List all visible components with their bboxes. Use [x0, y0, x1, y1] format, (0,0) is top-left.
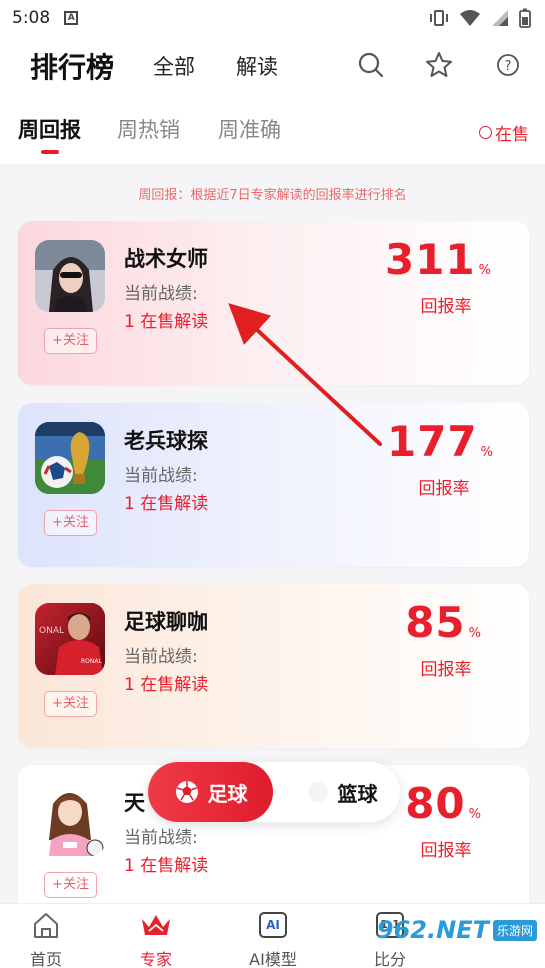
return-rate-label: 回报率: [420, 841, 472, 861]
status-time: 5:08: [12, 8, 51, 28]
basketball-label: 篮球: [337, 781, 378, 806]
nav-experts-label: 专家: [139, 950, 172, 968]
on-sale-label: 在售: [495, 125, 529, 145]
battery-icon: [519, 8, 531, 28]
status-right: [429, 8, 531, 28]
follow-button[interactable]: +关注: [44, 328, 97, 354]
expert-name: 足球聊咖: [124, 610, 208, 634]
home-icon: [34, 913, 58, 938]
nav-home-label: 首页: [29, 950, 62, 968]
tab-weekly-hot[interactable]: 周热销: [117, 114, 180, 144]
return-rate-value: 85: [405, 598, 466, 647]
avatar[interactable]: [35, 784, 105, 856]
expert-name: 天: [124, 791, 145, 815]
avatar[interactable]: [35, 422, 105, 494]
expert-name: 战术女师: [124, 247, 208, 271]
wifi-icon: [460, 10, 480, 26]
expert-card[interactable]: +关注 老兵球探 当前战绩: 1 在售解读 177% 回报率: [18, 403, 529, 567]
tab-weekly-accuracy[interactable]: 周准确: [218, 114, 281, 144]
watermark-brand: 962.NET: [376, 916, 489, 944]
return-rate-value: 311: [384, 235, 476, 284]
on-sale-count[interactable]: 1 在售解读: [124, 489, 208, 514]
on-sale-filter[interactable]: 在售: [479, 120, 529, 145]
nav-experts[interactable]: 专家: [111, 910, 201, 968]
header: 排行榜 全部 解读 ?: [0, 36, 545, 96]
return-rate-pct: %: [468, 626, 481, 641]
star-icon[interactable]: [424, 50, 454, 80]
record-label: 当前战绩:: [124, 466, 198, 486]
return-rate-label: 回报率: [418, 479, 470, 499]
ranking-tabs: 周回报 周热销 周准确 在售: [0, 96, 545, 164]
record-label: 当前战绩:: [124, 647, 198, 667]
on-sale-count[interactable]: 1 在售解读: [124, 670, 208, 695]
signal-icon: [492, 10, 508, 26]
expert-card[interactable]: +关注 战术女师 当前战绩: 1 在售解读 311% 回报率: [18, 221, 529, 385]
record-label: 当前战绩:: [124, 828, 198, 848]
nav-ai-model-label: AI模型: [249, 950, 297, 968]
return-rate: 85%: [405, 598, 481, 647]
avatar[interactable]: ONAL RONAL: [35, 603, 105, 675]
svg-text:RONAL: RONAL: [81, 658, 102, 665]
nav-ai-model[interactable]: AI AI模型: [228, 910, 318, 968]
record-label: 当前战绩:: [124, 284, 198, 304]
svg-text:ONAL: ONAL: [39, 626, 64, 636]
nav-interpret[interactable]: 解读: [236, 51, 278, 81]
search-icon[interactable]: [356, 50, 386, 80]
return-rate: 311%: [385, 235, 491, 284]
expert-name: 老兵球探: [124, 429, 208, 453]
nav-all[interactable]: 全部: [153, 51, 195, 81]
ai-icon: AI: [259, 912, 287, 938]
return-rate-label: 回报率: [420, 660, 472, 680]
basketball-icon: [307, 782, 328, 802]
vibrate-icon: [430, 10, 448, 26]
nav-score-label: 比分: [373, 950, 406, 968]
follow-button[interactable]: +关注: [44, 872, 97, 898]
return-rate-pct: %: [478, 263, 491, 278]
tab-weekly-return[interactable]: 周回报: [18, 114, 81, 144]
radio-circle-icon: [479, 126, 492, 139]
return-rate: 80%: [405, 779, 481, 828]
expert-card[interactable]: ONAL RONAL +关注 足球聊咖 当前战绩: 1 在售解读 85% 回报率: [18, 584, 529, 748]
status-bar: 5:08 A: [0, 0, 545, 36]
return-rate-label: 回报率: [420, 297, 472, 317]
ranking-description: 周回报：根据近7日专家解读的回报率进行排名: [138, 188, 407, 203]
notification-icon: A: [64, 11, 79, 25]
football-icon: [175, 781, 198, 803]
avatar[interactable]: [35, 240, 105, 312]
sport-toggle: 足球 篮球: [148, 762, 400, 822]
page-title: 排行榜: [30, 51, 115, 84]
football-toggle-button[interactable]: 足球: [148, 762, 273, 822]
nav-home[interactable]: 首页: [1, 910, 91, 968]
return-rate-pct: %: [468, 807, 481, 822]
help-icon[interactable]: ?: [493, 50, 523, 80]
watermark-sub: 乐游网: [492, 919, 537, 941]
return-rate-value: 80: [405, 779, 466, 828]
svg-text:?: ?: [505, 59, 512, 74]
return-rate-value: 177: [386, 417, 478, 466]
follow-button[interactable]: +关注: [44, 691, 97, 717]
crown-icon: [142, 915, 170, 935]
watermark: 962.NET 乐游网: [377, 916, 537, 944]
basketball-toggle-button[interactable]: 篮球: [283, 762, 400, 822]
follow-button[interactable]: +关注: [44, 510, 97, 536]
football-label: 足球: [207, 781, 248, 806]
on-sale-count[interactable]: 1 在售解读: [124, 851, 208, 876]
on-sale-count[interactable]: 1 在售解读: [124, 307, 208, 332]
active-tab-indicator: [41, 150, 59, 154]
return-rate: 177%: [387, 417, 493, 466]
return-rate-pct: %: [480, 445, 493, 460]
